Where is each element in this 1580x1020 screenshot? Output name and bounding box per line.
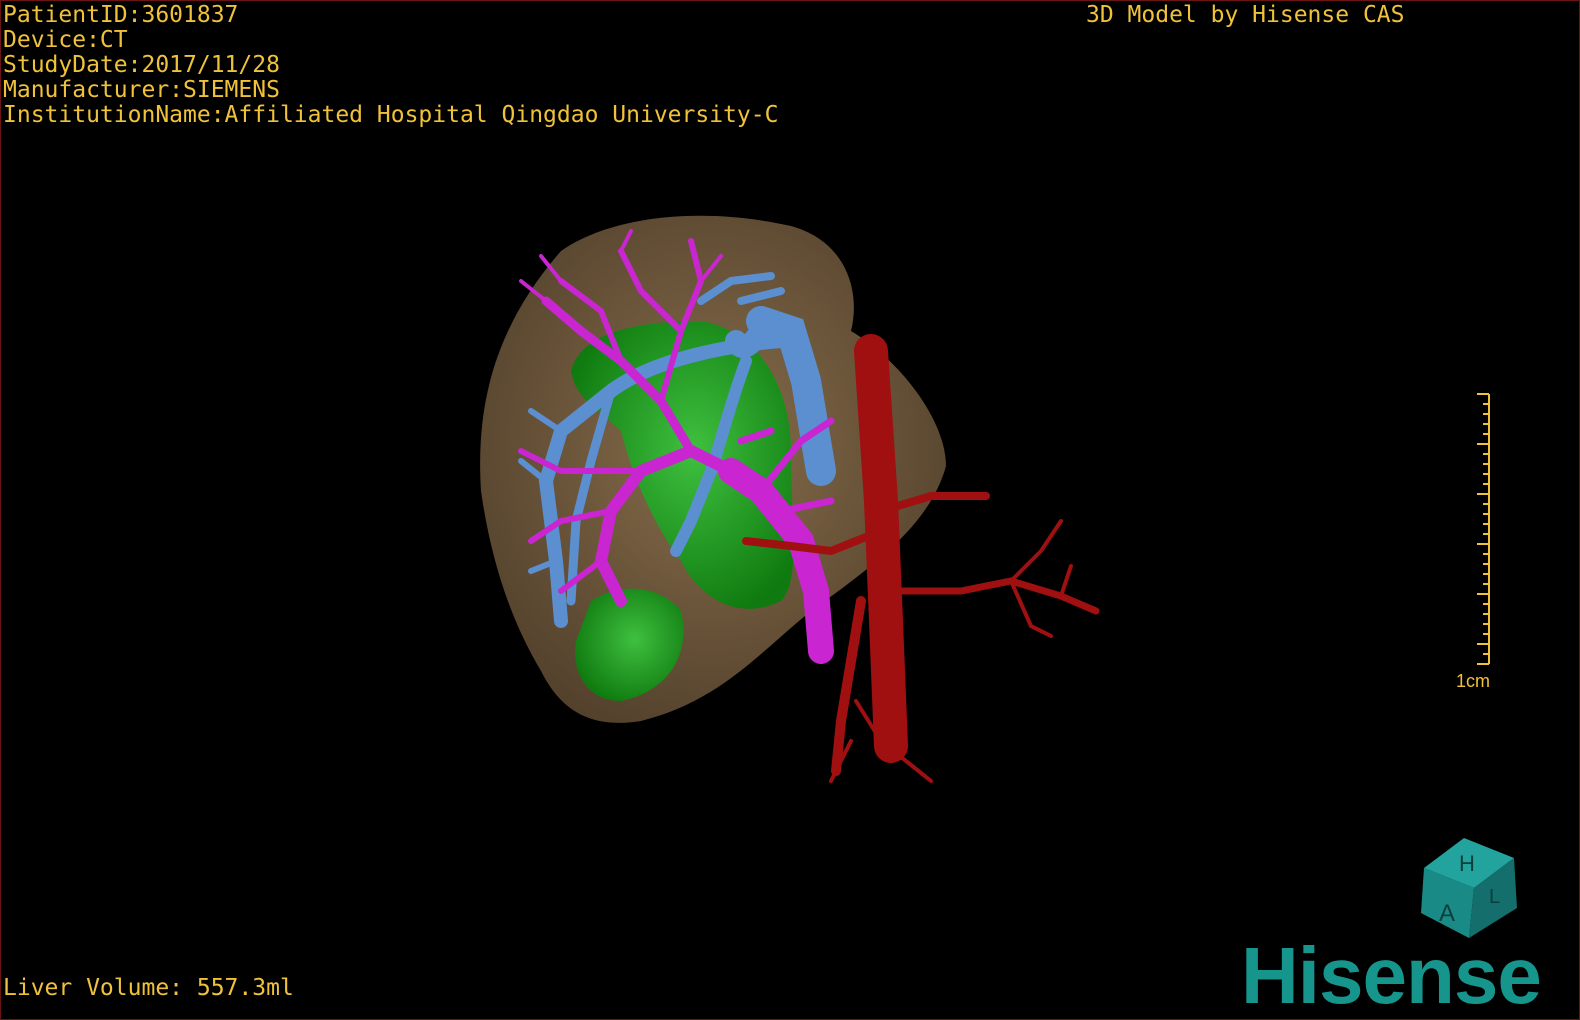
manufacturer: Manufacturer:SIEMENS (3, 77, 280, 103)
model-credit: 3D Model by Hisense CAS (1086, 2, 1405, 28)
3d-viewport[interactable]: PatientID:3601837 Device:CT StudyDate:20… (0, 0, 1580, 1020)
scale-bar (1477, 393, 1490, 665)
study-date: StudyDate:2017/11/28 (3, 52, 280, 78)
liver-volume: Liver Volume: 557.3ml (3, 975, 294, 1001)
scale-bar-label: 1cm (1456, 671, 1491, 691)
patient-id: PatientID:3601837 (3, 2, 239, 28)
cube-face-l: L (1489, 886, 1500, 908)
hisense-logo: Hisense (1241, 931, 1542, 1020)
institution-name: InstitutionName:Affiliated Hospital Qing… (3, 102, 779, 128)
cube-face-a: A (1439, 900, 1455, 927)
device: Device:CT (3, 27, 128, 53)
cube-face-h: H (1459, 851, 1475, 876)
orientation-cube-icon[interactable]: H A L (1419, 833, 1529, 943)
dicom-info-overlay: PatientID:3601837 Device:CT StudyDate:20… (3, 3, 778, 128)
liver-3d-model[interactable] (1, 1, 1580, 1020)
